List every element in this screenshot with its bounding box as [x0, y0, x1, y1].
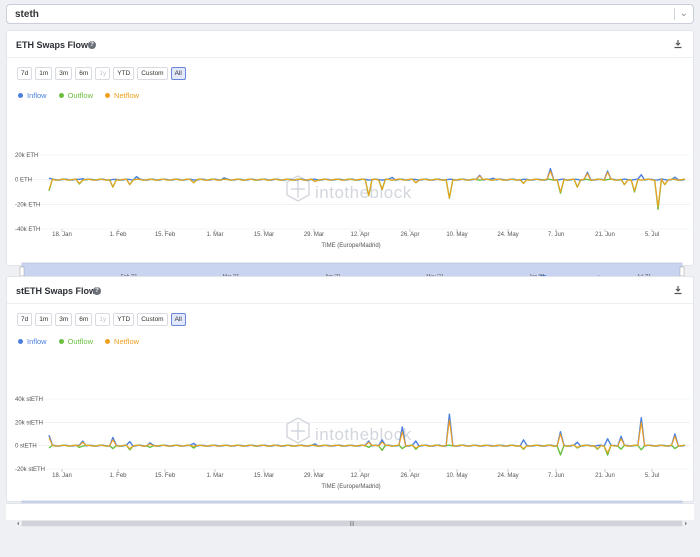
x-tick-label: 12. Apr: [350, 232, 369, 238]
x-tick-label: 5. Jul: [645, 473, 659, 479]
range-button-3m[interactable]: 3m: [55, 313, 73, 326]
x-tick-label: 15. Mar: [254, 473, 274, 479]
x-tick-label: 26. Apr: [400, 232, 419, 238]
scrollbar-grip-icon: |||: [350, 521, 354, 527]
download-icon[interactable]: [673, 285, 683, 295]
x-tick-label: 15. Feb: [155, 232, 176, 238]
legend-dot: [105, 93, 111, 98]
x-tick-label: 24. May: [497, 232, 518, 238]
x-tick-label: 12. Apr: [350, 473, 369, 479]
x-tick-label: 1. Mar: [206, 473, 223, 479]
range-button-1y[interactable]: 1y: [95, 313, 111, 326]
y-tick-label: 0 ETH: [15, 178, 32, 184]
range-button-1m[interactable]: 1m: [35, 313, 53, 326]
legend-item-netflow[interactable]: Netflow: [105, 91, 139, 100]
range-button-3m[interactable]: 3m: [55, 67, 73, 80]
steth-swaps-flows-panel: stETH Swaps Flows ? 7d 1m 3m 6m 1y YTD Custom A…: [6, 276, 694, 527]
panel-divider: [7, 303, 693, 304]
search-separator: [674, 8, 675, 20]
next-panel-edge: [6, 503, 694, 520]
range-button-ytd[interactable]: YTD: [113, 67, 135, 80]
watermark-text: intotheblock: [315, 183, 412, 202]
navigator-handle[interactable]: [19, 266, 25, 277]
legend-label: Inflow: [27, 337, 47, 346]
x-tick-label: 1. Feb: [109, 232, 127, 238]
panel-divider: [7, 57, 693, 58]
x-axis-label: TIME (Europe/Madrid): [321, 243, 380, 249]
x-tick-label: 26. Apr: [400, 473, 419, 479]
x-tick-label: 18. Jan: [52, 473, 72, 479]
x-tick-label: 10. May: [446, 232, 467, 238]
chart-legend: Inflow Outflow Netflow: [18, 91, 139, 100]
x-tick-label: 24. May: [497, 473, 518, 479]
x-tick-label: 10. May: [446, 473, 467, 479]
range-button-ytd[interactable]: YTD: [113, 313, 135, 326]
legend-label: Netflow: [114, 91, 140, 100]
steth-swaps-flows-chart: 40k stETH 20k stETH 0 stETH -20k stETH intot…: [15, 397, 690, 527]
x-tick-label: 1. Mar: [206, 232, 223, 238]
legend-item-outflow[interactable]: Outflow: [58, 91, 94, 100]
y-tick-label: 0 stETH: [15, 444, 37, 450]
token-search[interactable]: ⌄: [6, 4, 694, 24]
range-button-all[interactable]: All: [170, 313, 186, 326]
legend-item-outflow[interactable]: Outflow: [58, 337, 94, 346]
range-selector: 7d 1m 3m 6m 1y YTD Custom All: [17, 67, 186, 80]
x-tick-label: 15. Feb: [155, 473, 176, 479]
scroll-left-icon[interactable]: [17, 521, 19, 526]
y-tick-label: -40k ETH: [15, 227, 40, 233]
range-button-7d[interactable]: 7d: [17, 67, 33, 80]
range-button-1m[interactable]: 1m: [35, 67, 53, 80]
x-tick-label: 7. Jun: [548, 232, 564, 238]
x-tick-label: 18. Jan: [52, 232, 72, 238]
legend-label: Inflow: [27, 91, 47, 100]
x-tick-label: 1. Feb: [109, 473, 127, 479]
download-icon[interactable]: [673, 39, 683, 49]
range-button-7d[interactable]: 7d: [17, 313, 33, 326]
help-icon[interactable]: ?: [93, 287, 101, 295]
x-axis-label: TIME (Europe/Madrid): [321, 484, 380, 490]
watermark: intotheblock: [286, 417, 412, 444]
legend-dot: [58, 93, 64, 98]
panel-title: ETH Swaps Flows: [16, 40, 94, 50]
legend-label: Netflow: [114, 337, 140, 346]
y-tick-label: -20k ETH: [15, 202, 40, 208]
x-tick-label: 29. Mar: [304, 473, 324, 479]
legend-dot: [58, 339, 64, 344]
watermark-logo: [286, 417, 310, 444]
legend-dot: [18, 339, 23, 344]
x-tick-label: 15. Mar: [254, 232, 274, 238]
y-tick-label: 20k stETH: [15, 420, 43, 426]
y-tick-label: 40k stETH: [15, 397, 43, 403]
watermark-text: intotheblock: [315, 425, 412, 444]
chart-legend: Inflow Outflow Netflow: [18, 337, 139, 346]
y-tick-label: -20k stETH: [15, 467, 45, 473]
scroll-right-icon[interactable]: [685, 521, 687, 526]
navigator-handle[interactable]: [679, 266, 685, 277]
legend-item-netflow[interactable]: Netflow: [105, 337, 139, 346]
range-button-6m[interactable]: 6m: [75, 67, 93, 80]
legend-label: Outflow: [67, 91, 94, 100]
y-tick-label: 20k ETH: [15, 153, 38, 159]
x-tick-label: 21. Jun: [595, 473, 615, 479]
range-selector: 7d 1m 3m 6m 1y YTD Custom All: [17, 313, 186, 326]
legend-label: Outflow: [67, 337, 94, 346]
legend-item-inflow[interactable]: Inflow: [18, 337, 47, 346]
range-button-6m[interactable]: 6m: [75, 313, 93, 326]
range-button-custom[interactable]: Custom: [137, 67, 168, 80]
search-input[interactable]: [15, 7, 655, 21]
x-tick-label: 5. Jul: [645, 232, 659, 238]
range-button-custom[interactable]: Custom: [137, 313, 168, 326]
x-tick-label: 7. Jun: [548, 473, 564, 479]
eth-swaps-flows-panel: ETH Swaps Flows ? 7d 1m 3m 6m 1y YTD Custom All…: [6, 30, 694, 289]
x-tick-label: 29. Mar: [304, 232, 324, 238]
x-tick-label: 21. Jun: [595, 232, 615, 238]
legend-dot: [18, 93, 23, 98]
legend-item-inflow[interactable]: Inflow: [18, 91, 47, 100]
chevron-down-icon[interactable]: ⌄: [680, 7, 688, 21]
panel-title: stETH Swaps Flows: [16, 286, 102, 296]
range-button-all[interactable]: All: [170, 67, 186, 80]
help-icon[interactable]: ?: [88, 41, 96, 49]
range-button-1y[interactable]: 1y: [95, 67, 111, 80]
legend-dot: [105, 339, 111, 344]
